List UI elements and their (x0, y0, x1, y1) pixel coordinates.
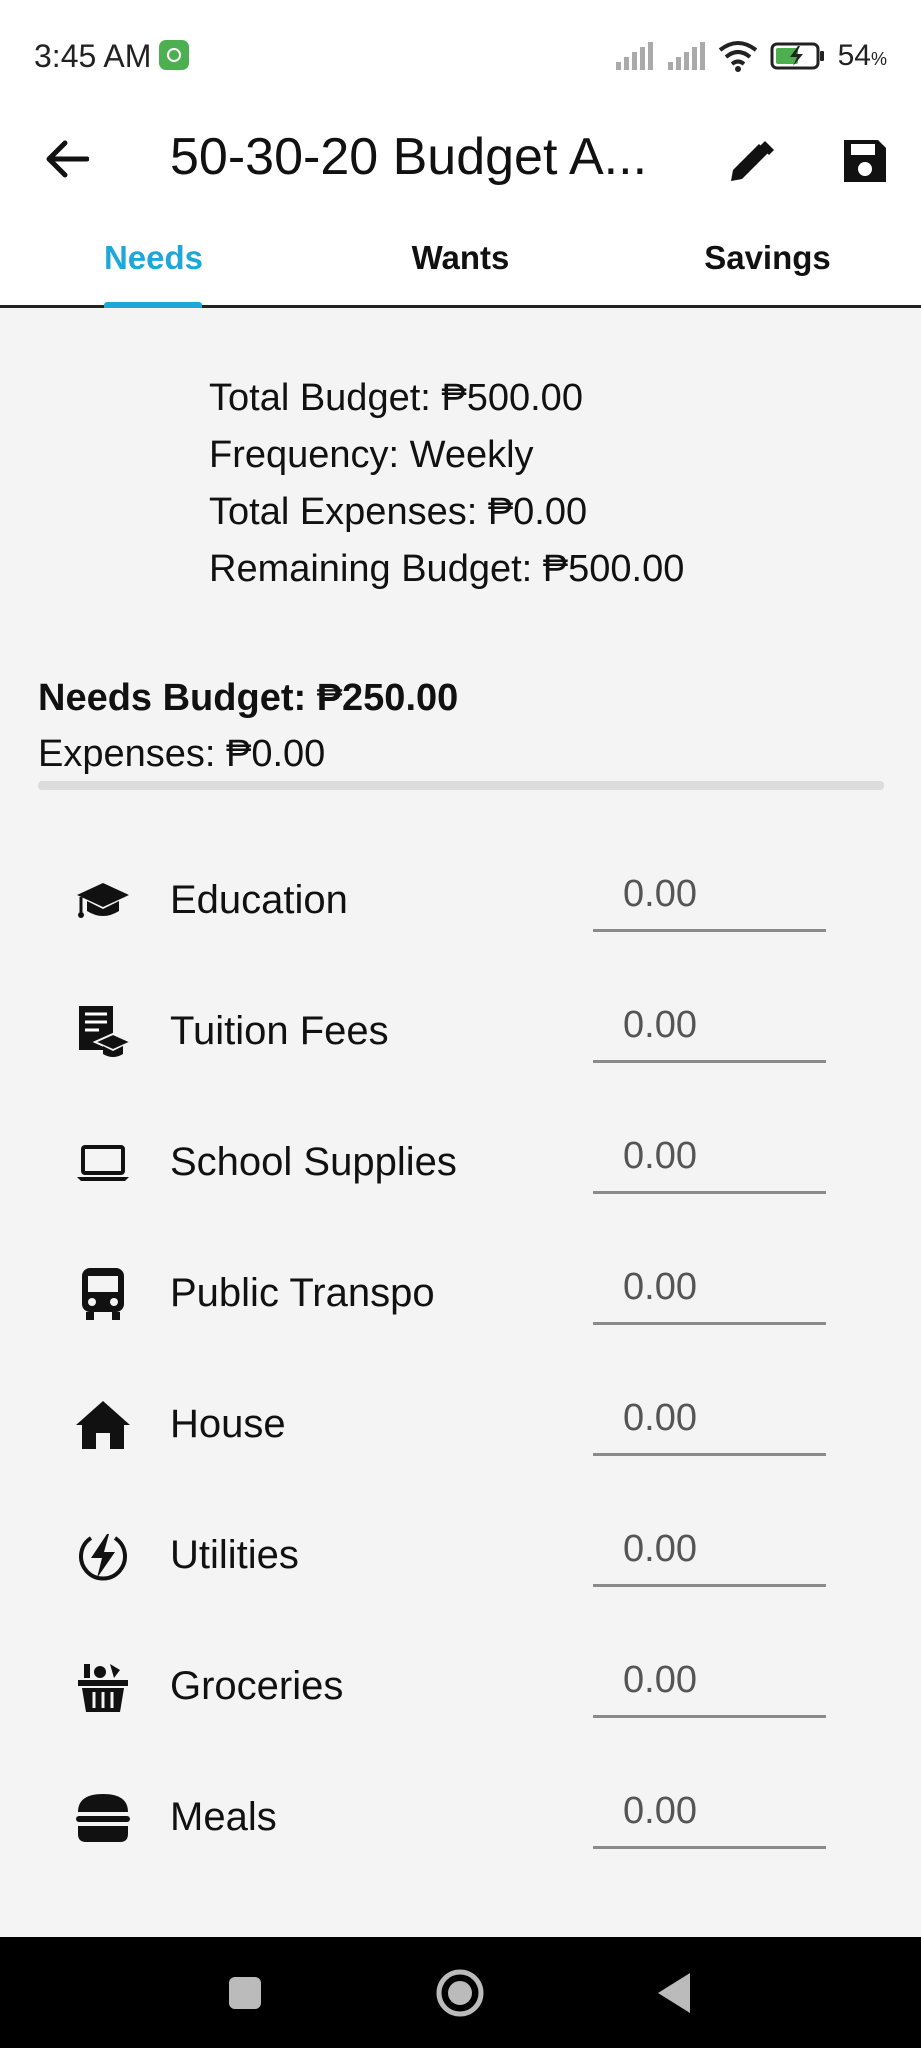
list-item: House (0, 1364, 921, 1495)
budget-summary: Total Budget: ₱500.00 Frequency: Weekly … (209, 370, 684, 598)
back-button[interactable] (34, 126, 100, 192)
signal-icon (615, 42, 653, 70)
recents-button[interactable] (217, 1965, 273, 2021)
needs-header: Needs Budget: ₱250.00 Expenses: ₱0.00 (38, 668, 458, 780)
graduation-cap-icon (72, 870, 134, 932)
wifi-icon (718, 41, 757, 72)
list-item: Tuition Fees (0, 971, 921, 1102)
pencil-icon (731, 141, 774, 181)
amount-input[interactable] (593, 860, 826, 932)
amount-input[interactable] (593, 991, 826, 1063)
floppy-disk-icon (844, 140, 886, 182)
save-button[interactable] (830, 126, 900, 196)
amount-input[interactable] (593, 1122, 826, 1194)
amount-input[interactable] (593, 1384, 826, 1456)
grocery-basket-icon (72, 1656, 134, 1718)
laptop-icon (72, 1132, 134, 1194)
tab-wants[interactable]: Wants (307, 230, 614, 305)
list-item: Meals (0, 1757, 921, 1888)
category-list: Education Tuition Fees School Supplies (0, 840, 921, 1888)
list-item: Utilities (0, 1495, 921, 1626)
tab-needs[interactable]: Needs (0, 230, 307, 305)
battery-level: 54% (837, 39, 887, 72)
house-icon (72, 1394, 134, 1456)
system-nav-bar (0, 1937, 921, 2048)
back-nav-button[interactable] (646, 1965, 702, 2021)
remaining-budget-text: Remaining Budget: ₱500.00 (209, 548, 685, 590)
needs-expenses-text: Expenses: ₱0.00 (38, 733, 326, 775)
needs-progress-bar (38, 781, 884, 790)
lightning-bolt-icon (72, 1525, 134, 1587)
needs-budget-text: Needs Budget: ₱250.00 (38, 677, 459, 719)
bus-icon (72, 1263, 134, 1325)
status-time: 3:45 AM (34, 38, 152, 74)
amount-input[interactable] (593, 1253, 826, 1325)
list-item: Education (0, 840, 921, 971)
square-icon (229, 1977, 261, 2009)
total-budget-text: Total Budget: ₱500.00 (209, 377, 583, 419)
battery-charging-icon (770, 42, 824, 70)
category-label: Public Transpo (170, 1271, 435, 1315)
triangle-back-icon (658, 1973, 690, 2013)
circle-icon (436, 1969, 484, 2017)
list-item: School Supplies (0, 1102, 921, 1233)
app-bar: 50-30-20 Budget A... Needs Wants Savings (0, 110, 921, 308)
list-item: Groceries (0, 1626, 921, 1757)
list-item: Public Transpo (0, 1233, 921, 1364)
category-label: House (170, 1402, 286, 1446)
category-label: School Supplies (170, 1140, 457, 1184)
category-label: Utilities (170, 1533, 299, 1577)
active-tab-indicator (104, 302, 202, 308)
home-button[interactable] (432, 1965, 488, 2021)
category-label: Meals (170, 1795, 277, 1839)
amount-input[interactable] (593, 1515, 826, 1587)
category-label: Tuition Fees (170, 1009, 389, 1053)
app-notification-icon (159, 40, 189, 70)
edit-button[interactable] (716, 126, 786, 196)
category-label: Education (170, 878, 348, 922)
category-label: Groceries (170, 1664, 344, 1708)
page-title: 50-30-20 Budget A... (170, 128, 648, 186)
tab-bar: Needs Wants Savings (0, 230, 921, 308)
amount-input[interactable] (593, 1646, 826, 1718)
total-expenses-text: Total Expenses: ₱0.00 (209, 491, 588, 533)
amount-input[interactable] (593, 1777, 826, 1849)
tuition-receipt-icon (72, 1001, 134, 1063)
arrow-left-icon (46, 140, 89, 178)
signal-icon (667, 42, 705, 70)
status-bar: 3:45 AM 54% (0, 0, 921, 110)
burger-icon (72, 1787, 134, 1849)
tab-savings[interactable]: Savings (614, 230, 921, 305)
status-icons: 54% (614, 38, 887, 74)
frequency-text: Frequency: Weekly (209, 434, 534, 476)
